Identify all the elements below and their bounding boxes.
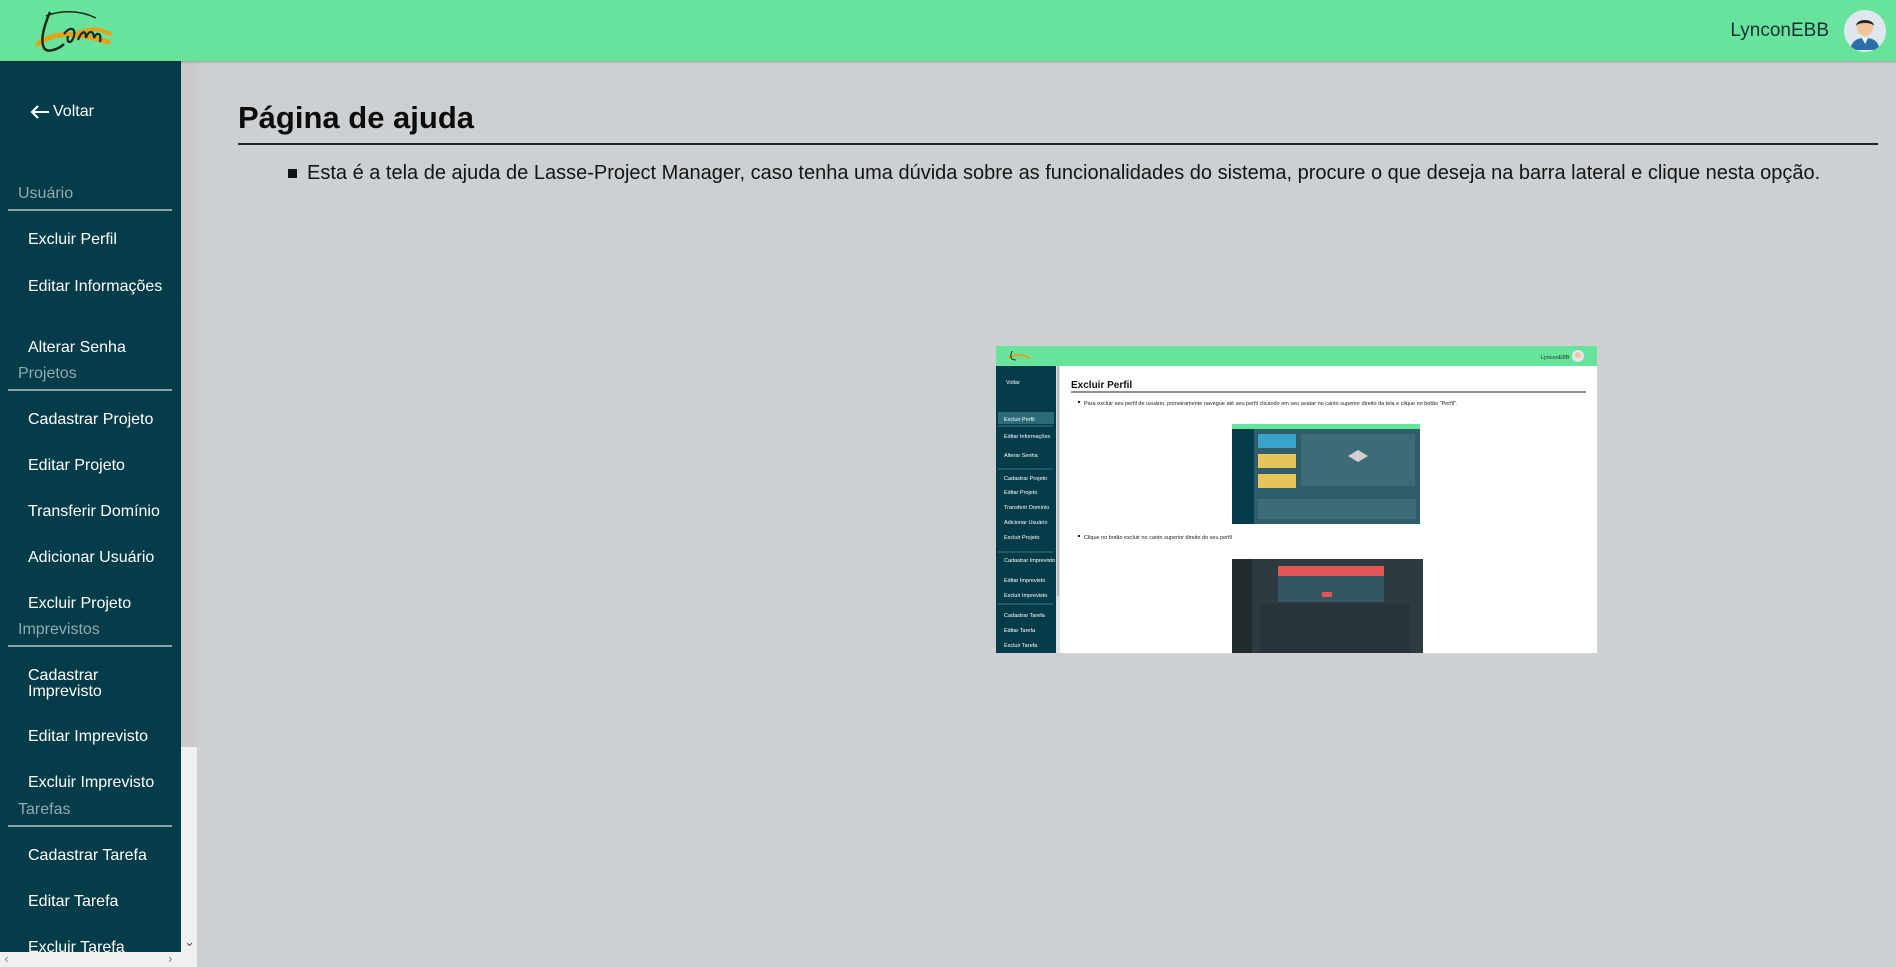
sidebar-item-excluir-perfil[interactable]: Excluir Perfil xyxy=(28,232,176,248)
mini-username: LynconEBB xyxy=(1541,355,1570,361)
divider xyxy=(8,389,172,391)
section-title-projetos: Projetos xyxy=(18,365,77,382)
section-title-usuario: Usuário xyxy=(18,185,74,202)
mini-text-2: Clique no botão excluir no canto superio… xyxy=(1084,535,1232,541)
divider xyxy=(8,825,172,827)
back-button[interactable]: Voltar xyxy=(29,103,94,121)
user-avatar[interactable] xyxy=(1844,10,1886,52)
sidebar-item-editar-imprevisto[interactable]: Editar Imprevisto xyxy=(28,729,176,745)
sidebar-item-excluir-projeto[interactable]: Excluir Projeto xyxy=(28,596,176,612)
scroll-down-icon[interactable]: ⌄ xyxy=(184,935,195,950)
mini-back-label: Voltar xyxy=(1006,380,1020,386)
scroll-left-icon[interactable]: ‹ xyxy=(4,952,9,966)
mini-item: Editar Tarefa xyxy=(1004,628,1036,634)
mini-item: Transferir Domínio xyxy=(1004,505,1049,511)
scroll-right-icon[interactable]: › xyxy=(168,952,173,966)
mini-item: Excluir Tarefa xyxy=(1004,643,1038,649)
mini-item: Editar Informações xyxy=(1004,434,1050,440)
sidebar-item-adicionar-usuario[interactable]: Adicionar Usuário xyxy=(28,550,176,566)
sidebar-horizontal-scrollbar[interactable]: ‹ › xyxy=(0,952,181,967)
help-text: Esta é a tela de ajuda de Lasse-Project … xyxy=(307,162,1821,184)
help-screenshot: Voltar Excluir Perfil Editar Informações… xyxy=(996,346,1597,653)
arrow-left-icon xyxy=(30,105,49,119)
scrollbar-thumb[interactable] xyxy=(181,61,197,747)
title-divider xyxy=(238,143,1878,145)
mini-item: Cadastrar Projeto xyxy=(1004,476,1047,482)
app-logo[interactable] xyxy=(30,4,116,60)
username[interactable]: LynconEBB xyxy=(1730,20,1829,42)
sidebar: Voltar Usuário Excluir Perfil Editar Inf… xyxy=(0,61,181,967)
mini-item: Excluir Imprevisto xyxy=(1004,593,1047,599)
mini-title: Excluir Perfil xyxy=(1071,380,1132,391)
mini-item: Adicionar Usuário xyxy=(1004,520,1047,526)
mini-item: Editar Imprevisto xyxy=(1004,578,1045,584)
scrollbar-corner xyxy=(181,952,197,967)
sidebar-item-cadastrar-imprevisto[interactable]: Cadastrar Imprevisto xyxy=(28,668,176,700)
sidebar-item-excluir-imprevisto[interactable]: Excluir Imprevisto xyxy=(28,775,176,791)
section-title-tarefas: Tarefas xyxy=(18,801,71,818)
sidebar-vertical-scrollbar[interactable]: ⌄ xyxy=(181,61,197,952)
mini-item: Excluir Projeto xyxy=(1004,535,1039,541)
top-bar: LynconEBB xyxy=(0,0,1896,61)
mini-item: Alterar Senha xyxy=(1004,453,1039,459)
sidebar-item-editar-projeto[interactable]: Editar Projeto xyxy=(28,458,176,474)
bullet-icon xyxy=(288,169,297,178)
help-description: Esta é a tela de ajuda de Lasse-Project … xyxy=(288,162,1820,185)
mini-item: Excluir Perfil xyxy=(1004,417,1035,423)
sidebar-item-cadastrar-projeto[interactable]: Cadastrar Projeto xyxy=(28,412,176,428)
sidebar-item-editar-informacoes[interactable]: Editar Informações xyxy=(28,279,176,295)
mini-item: Cadastrar Tarefa xyxy=(1004,613,1046,619)
page-title: Página de ajuda xyxy=(238,100,475,135)
divider xyxy=(8,645,172,647)
mini-item: Editar Projeto xyxy=(1004,490,1037,496)
mini-item: Cadastrar Imprevisto xyxy=(1004,558,1055,564)
main-content: Página de ajuda Esta é a tela de ajuda d… xyxy=(238,100,1878,653)
sidebar-item-cadastrar-tarefa[interactable]: Cadastrar Tarefa xyxy=(28,848,176,864)
sidebar-item-alterar-senha[interactable]: Alterar Senha xyxy=(28,340,176,356)
divider xyxy=(8,209,172,211)
section-title-imprevistos: Imprevistos xyxy=(18,621,100,638)
sidebar-item-transferir-dominio[interactable]: Transferir Domínio xyxy=(28,504,176,520)
mini-text-1: Para excluir seu perfil de usuário, prim… xyxy=(1084,401,1458,407)
back-label: Voltar xyxy=(53,103,94,120)
sidebar-item-editar-tarefa[interactable]: Editar Tarefa xyxy=(28,894,176,910)
